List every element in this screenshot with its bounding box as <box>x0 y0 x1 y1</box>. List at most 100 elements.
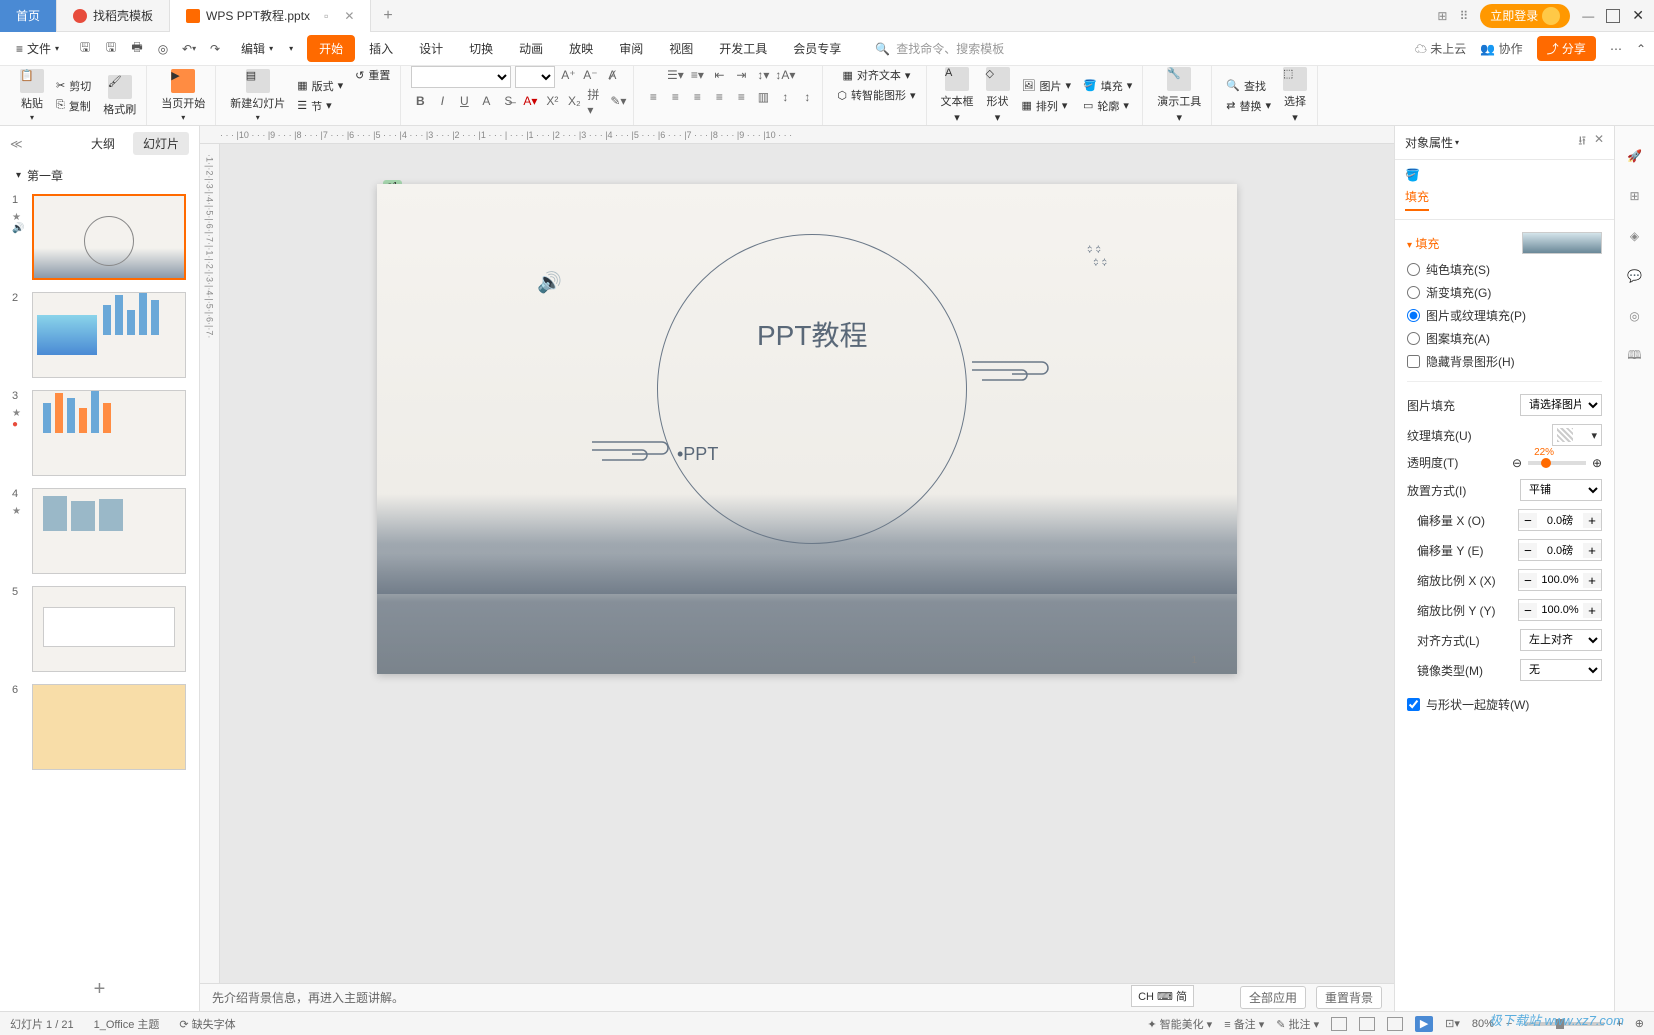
section-button[interactable]: ☰节▾ <box>293 97 347 115</box>
new-slide-button[interactable]: ▤新建幻灯片▾ <box>226 67 289 124</box>
picture-button[interactable]: 🖼图片▾ <box>1018 77 1076 95</box>
tab-start[interactable]: 开始 <box>307 35 355 62</box>
print-preview-icon[interactable]: ◎ <box>155 41 171 57</box>
font-color-button[interactable]: A▾ <box>521 92 539 110</box>
apps-icon[interactable]: ⠿ <box>1459 9 1468 23</box>
texture-fill-select[interactable]: ▾ <box>1552 424 1602 446</box>
tab-slideshow[interactable]: 放映 <box>557 35 605 62</box>
rocket-icon[interactable]: 🚀 <box>1625 146 1645 166</box>
target-icon[interactable]: ◎ <box>1625 306 1645 326</box>
ruler-icon[interactable]: ◈ <box>1625 226 1645 246</box>
fill-picture-radio[interactable]: 图片或纹理填充(P) <box>1407 304 1602 327</box>
chapter-header[interactable]: ▾ 第一章 <box>0 161 199 190</box>
align-right-button[interactable]: ≡ <box>688 88 706 106</box>
distribute-button[interactable]: ≡ <box>732 88 750 106</box>
login-button[interactable]: 立即登录 <box>1480 4 1570 28</box>
settings-icon[interactable]: ⊞ <box>1625 186 1645 206</box>
place-mode-select[interactable]: 平铺 <box>1520 479 1602 501</box>
notes-text[interactable]: 先介绍背景信息，再进入主题讲解。 <box>212 989 404 1006</box>
tab-vip[interactable]: 会员专享 <box>781 35 853 62</box>
spacing-1-button[interactable]: ↕ <box>776 88 794 106</box>
fill-pattern-radio[interactable]: 图案填充(A) <box>1407 327 1602 350</box>
slide-thumb-4[interactable]: 4 ★ <box>12 488 187 574</box>
undo-icon[interactable]: ↶▾ <box>181 41 197 57</box>
notes-button[interactable]: ≡ 备注 ▾ <box>1224 1016 1264 1032</box>
save-as-icon[interactable]: 🖫 <box>103 41 119 57</box>
demo-tools-button[interactable]: 🔧演示工具▾ <box>1153 65 1205 126</box>
replace-button[interactable]: ⇄替换▾ <box>1222 97 1275 115</box>
cloud-status[interactable]: ☁ 未上云 <box>1415 40 1466 57</box>
slide-thumb-6[interactable]: 6 <box>12 684 187 770</box>
comments-button[interactable]: ✎ 批注 ▾ <box>1276 1016 1319 1032</box>
smartart-button[interactable]: ⬡转智能图形▾ <box>833 86 919 104</box>
normal-view-button[interactable] <box>1331 1017 1347 1031</box>
align-text-button[interactable]: ▦对齐文本▾ <box>838 66 914 84</box>
display-settings-icon[interactable]: ⊡▾ <box>1445 1017 1460 1030</box>
collapse-sidebar-icon[interactable]: ≪ <box>10 137 23 151</box>
outline-tab[interactable]: 大纲 <box>81 132 125 155</box>
clear-format-icon[interactable]: Ⱥ <box>603 66 621 84</box>
pin-icon[interactable]: ⭿ <box>1578 132 1586 153</box>
close-window-button[interactable]: ✕ <box>1632 7 1644 24</box>
bullets-button[interactable]: ☰▾ <box>666 66 684 84</box>
superscript-button[interactable]: X² <box>543 92 561 110</box>
edit-menu[interactable]: 编辑▾ <box>233 36 281 61</box>
command-search[interactable]: 🔍 查找命令、搜索模板 <box>875 40 1004 57</box>
tab-view[interactable]: 视图 <box>657 35 705 62</box>
slide-thumb-2[interactable]: 2 <box>12 292 187 378</box>
strikethrough-button[interactable]: S̶ <box>499 92 517 110</box>
shapes-button[interactable]: ◇形状▾ <box>982 65 1014 126</box>
fill-section-header[interactable]: ▾ 填充 <box>1407 228 1602 258</box>
fill-button[interactable]: 🪣填充▾ <box>1079 77 1136 95</box>
beautify-button[interactable]: ✦ 智能美化 ▾ <box>1147 1016 1212 1032</box>
tab-insert[interactable]: 插入 <box>357 35 405 62</box>
font-size-select[interactable] <box>515 66 555 88</box>
bold-button[interactable]: B <box>411 92 429 110</box>
decrease-transparency-button[interactable]: ⊖ <box>1512 456 1522 470</box>
tab-menu-icon[interactable]: ▫ <box>324 9 328 23</box>
apply-all-button[interactable]: 全部应用 <box>1240 986 1306 1009</box>
spacing-2-button[interactable]: ↕ <box>798 88 816 106</box>
cut-button[interactable]: ✂剪切 <box>52 77 95 95</box>
slide-subtitle[interactable]: •PPT <box>677 444 718 465</box>
scale-x-stepper[interactable]: −+ <box>1518 569 1602 591</box>
fit-zoom-button[interactable]: ⊕ <box>1635 1017 1644 1030</box>
rotate-checkbox[interactable]: 与形状一起旋转(W) <box>1407 693 1602 716</box>
fill-solid-radio[interactable]: 纯色填充(S) <box>1407 258 1602 281</box>
align-justify-button[interactable]: ≡ <box>710 88 728 106</box>
text-direction-button[interactable]: ↕▾ <box>754 66 772 84</box>
tab-templates[interactable]: 找稻壳模板 <box>57 0 170 32</box>
pinyin-button[interactable]: 拼▾ <box>587 92 605 110</box>
maximize-button[interactable] <box>1606 9 1620 23</box>
align-select[interactable]: 左上对齐 <box>1520 629 1602 651</box>
line-spacing-button[interactable]: ↕A▾ <box>776 66 794 84</box>
subscript-button[interactable]: X₂ <box>565 92 583 110</box>
increase-transparency-button[interactable]: ⊕ <box>1592 456 1602 470</box>
tab-animation[interactable]: 动画 <box>507 35 555 62</box>
tab-review[interactable]: 审阅 <box>607 35 655 62</box>
textbox-button[interactable]: A文本框▾ <box>937 65 978 126</box>
close-panel-icon[interactable]: ✕ <box>1594 132 1604 153</box>
missing-font-button[interactable]: ⟳ 缺失字体 <box>179 1016 235 1032</box>
redo-icon[interactable]: ↷ <box>207 41 223 57</box>
slide-thumb-5[interactable]: 5 <box>12 586 187 672</box>
tab-home[interactable]: 首页 <box>0 0 57 32</box>
collapse-ribbon-icon[interactable]: ⌃ <box>1636 42 1646 56</box>
slide-thumb-3[interactable]: 3 ★● <box>12 390 187 476</box>
fill-gradient-radio[interactable]: 渐变填充(G) <box>1407 281 1602 304</box>
add-slide-button[interactable]: + <box>0 968 199 1011</box>
pic-fill-select[interactable]: 请选择图片 <box>1520 394 1602 416</box>
book-icon[interactable]: 🕮 <box>1625 346 1645 366</box>
fill-tab-icon[interactable]: 🪣 <box>1405 168 1425 188</box>
slides-list[interactable]: 1 ★🔊 2 3 ★● 4 ★ 5 6 <box>0 190 199 968</box>
slide-content[interactable]: PPT教程 •PPT 🔊 ᨟ ᨟ ᨟ ᨟ 1 <box>377 184 1237 674</box>
print-icon[interactable]: 🖶 <box>129 41 145 57</box>
share-button[interactable]: ⤴ 分享 <box>1537 36 1596 61</box>
offset-x-stepper[interactable]: −+ <box>1518 509 1602 531</box>
outline-button[interactable]: ▭轮廓▾ <box>1079 97 1136 115</box>
underline-button[interactable]: U <box>455 92 473 110</box>
arrange-button[interactable]: ▦排列▾ <box>1018 97 1076 115</box>
sorter-view-button[interactable] <box>1359 1017 1375 1031</box>
select-button[interactable]: ⬚选择▾ <box>1279 65 1311 126</box>
collab-button[interactable]: 👥 协作 <box>1480 40 1522 57</box>
